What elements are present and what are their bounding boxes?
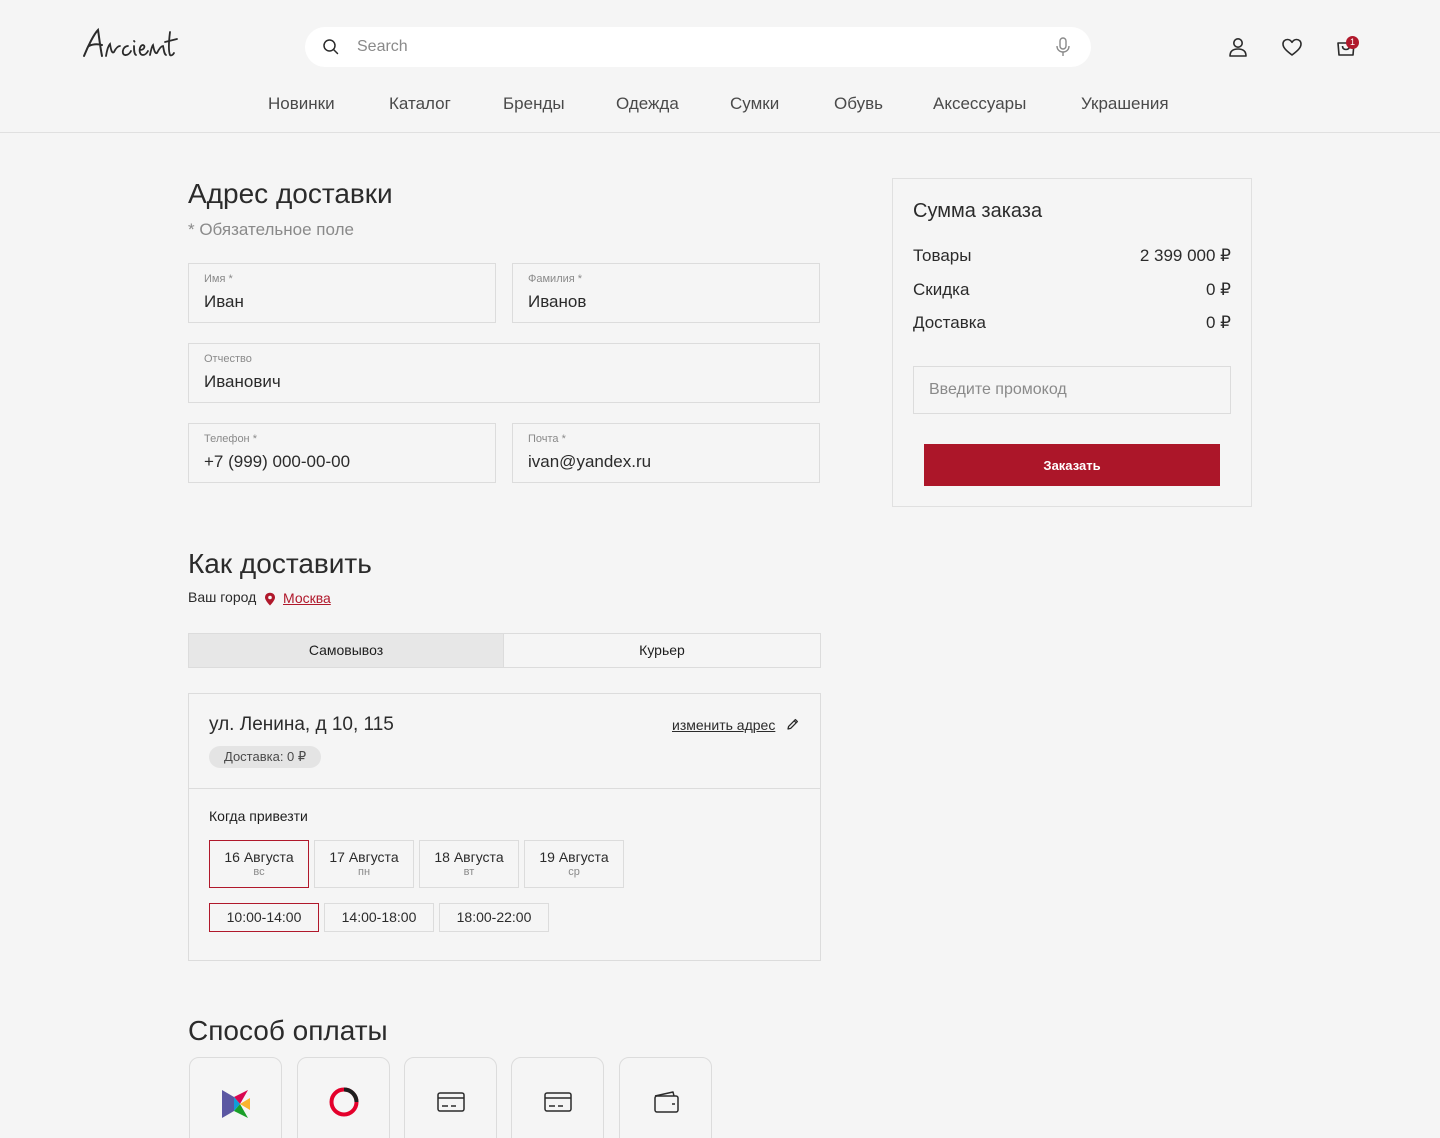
- required-field-note: * Обязательное поле: [188, 220, 354, 239]
- nav-item-jewelry[interactable]: Украшения: [1081, 94, 1169, 114]
- nav-item-new[interactable]: Новинки: [268, 94, 335, 114]
- pickup-address-text: ул. Ленина, д 10, 115: [209, 714, 394, 735]
- place-order-button[interactable]: Заказать: [924, 444, 1220, 486]
- ring-icon: [329, 1087, 359, 1117]
- time-slot-option[interactable]: 14:00-18:00: [324, 903, 434, 932]
- delivery-section-title: Как доставить: [188, 548, 372, 579]
- promo-code-input[interactable]: [913, 366, 1231, 414]
- date-option[interactable]: 17 Августа пн: [314, 840, 414, 888]
- tab-courier[interactable]: Курьер: [504, 634, 820, 667]
- first-name-field[interactable]: Имя * Иван: [188, 263, 496, 323]
- payment-section-title: Способ оплаты: [188, 1015, 388, 1046]
- phone-field[interactable]: Телефон * +7 (999) 000-00-00: [188, 423, 496, 483]
- site-header: 1 Новинки Каталог Бренды Одежда Сумки Об…: [0, 0, 1440, 133]
- summary-row-value: 0 ₽: [1206, 313, 1231, 332]
- date-option[interactable]: 18 Августа вт: [419, 840, 519, 888]
- last-name-field[interactable]: Фамилия * Иванов: [512, 263, 820, 323]
- date-option-weekday: ср: [568, 866, 580, 878]
- summary-row-value: 2 399 000 ₽: [1139, 246, 1231, 265]
- main-navigation: Новинки Каталог Бренды Одежда Сумки Обув…: [0, 94, 1440, 118]
- date-option-weekday: вт: [463, 866, 475, 878]
- phone-value[interactable]: +7 (999) 000-00-00: [204, 452, 350, 472]
- payment-option-card[interactable]: [511, 1057, 604, 1138]
- date-option-date: 19 Августа: [539, 849, 609, 865]
- nav-item-accessories[interactable]: Аксессуары: [933, 94, 1026, 114]
- date-option-date: 16 Августа: [224, 849, 294, 865]
- payment-option-wallet[interactable]: [619, 1057, 712, 1138]
- time-slot-option[interactable]: 18:00-22:00: [439, 903, 549, 932]
- email-field[interactable]: Почта * ivan@yandex.ru: [512, 423, 820, 483]
- patronymic-field[interactable]: Отчество Иванович: [188, 343, 820, 403]
- delivery-method-tabs: Самовывоз Курьер: [188, 633, 821, 668]
- search-input[interactable]: [357, 35, 1037, 59]
- card-icon: [544, 1092, 572, 1112]
- payment-option-sbp[interactable]: [189, 1057, 282, 1138]
- pencil-icon[interactable]: [786, 718, 799, 731]
- nav-item-brands[interactable]: Бренды: [503, 94, 565, 114]
- email-label: Почта *: [528, 433, 566, 445]
- summary-row-label: Скидка: [913, 280, 970, 299]
- tab-pickup[interactable]: Самовывоз: [189, 634, 503, 667]
- microphone-icon[interactable]: [1055, 37, 1071, 57]
- cart-count-badge: 1: [1346, 36, 1359, 49]
- date-option-weekday: вс: [253, 866, 265, 878]
- heart-icon[interactable]: [1281, 36, 1303, 58]
- date-option-weekday: пн: [357, 866, 371, 878]
- order-summary-title: Сумма заказа: [913, 200, 1043, 222]
- search-bar: [305, 27, 1091, 67]
- date-option[interactable]: 16 Августа вс: [209, 840, 309, 888]
- email-value[interactable]: ivan@yandex.ru: [528, 452, 651, 472]
- order-summary-panel: Сумма заказа Товары 2 399 000 ₽ Скидка 0…: [892, 178, 1252, 507]
- patronymic-label: Отчество: [204, 353, 252, 365]
- date-option[interactable]: 19 Августа ср: [524, 840, 624, 888]
- delivery-cost-badge: Доставка: 0 ₽: [209, 746, 322, 768]
- address-section-title: Адрес доставки: [188, 178, 393, 209]
- card-icon: [437, 1092, 465, 1112]
- summary-row-goods: Товары 2 399 000 ₽: [913, 246, 1231, 268]
- patronymic-value[interactable]: Иванович: [204, 372, 281, 392]
- payment-option-ring[interactable]: [297, 1057, 390, 1138]
- user-icon[interactable]: [1227, 36, 1249, 58]
- summary-row-delivery: Доставка 0 ₽: [913, 313, 1231, 335]
- card-divider: [189, 788, 820, 789]
- summary-row-label: Доставка: [913, 313, 987, 332]
- summary-row-discount: Скидка 0 ₽: [913, 280, 1231, 302]
- search-icon: [323, 39, 339, 55]
- first-name-value[interactable]: Иван: [204, 292, 244, 312]
- phone-label: Телефон *: [204, 433, 257, 445]
- brand-logo[interactable]: [80, 22, 180, 64]
- nav-item-catalog[interactable]: Каталог: [389, 94, 451, 114]
- city-selector-link[interactable]: Москва: [283, 590, 331, 606]
- summary-row-value: 0 ₽: [1206, 280, 1231, 299]
- nav-item-bags[interactable]: Сумки: [730, 94, 779, 114]
- wallet-icon: [654, 1091, 679, 1113]
- date-option-date: 18 Августа: [434, 849, 504, 865]
- last-name-value[interactable]: Иванов: [528, 292, 586, 312]
- first-name-label: Имя *: [204, 273, 233, 285]
- summary-row-label: Товары: [913, 246, 972, 265]
- city-label: Ваш город: [188, 589, 257, 605]
- time-slot-option[interactable]: 10:00-14:00: [209, 903, 319, 932]
- pickup-address-card: ул. Ленина, д 10, 115 Доставка: 0 ₽ изме…: [188, 693, 821, 961]
- delivery-time-label: Когда привезти: [209, 808, 308, 824]
- location-pin-icon: [265, 592, 275, 606]
- payment-option-card[interactable]: [404, 1057, 497, 1138]
- nav-item-shoes[interactable]: Обувь: [834, 94, 883, 114]
- sbp-icon: [222, 1090, 250, 1118]
- change-address-link[interactable]: изменить адрес: [672, 717, 775, 733]
- nav-item-clothing[interactable]: Одежда: [616, 94, 679, 114]
- last-name-label: Фамилия *: [528, 273, 583, 285]
- date-option-date: 17 Августа: [329, 849, 399, 865]
